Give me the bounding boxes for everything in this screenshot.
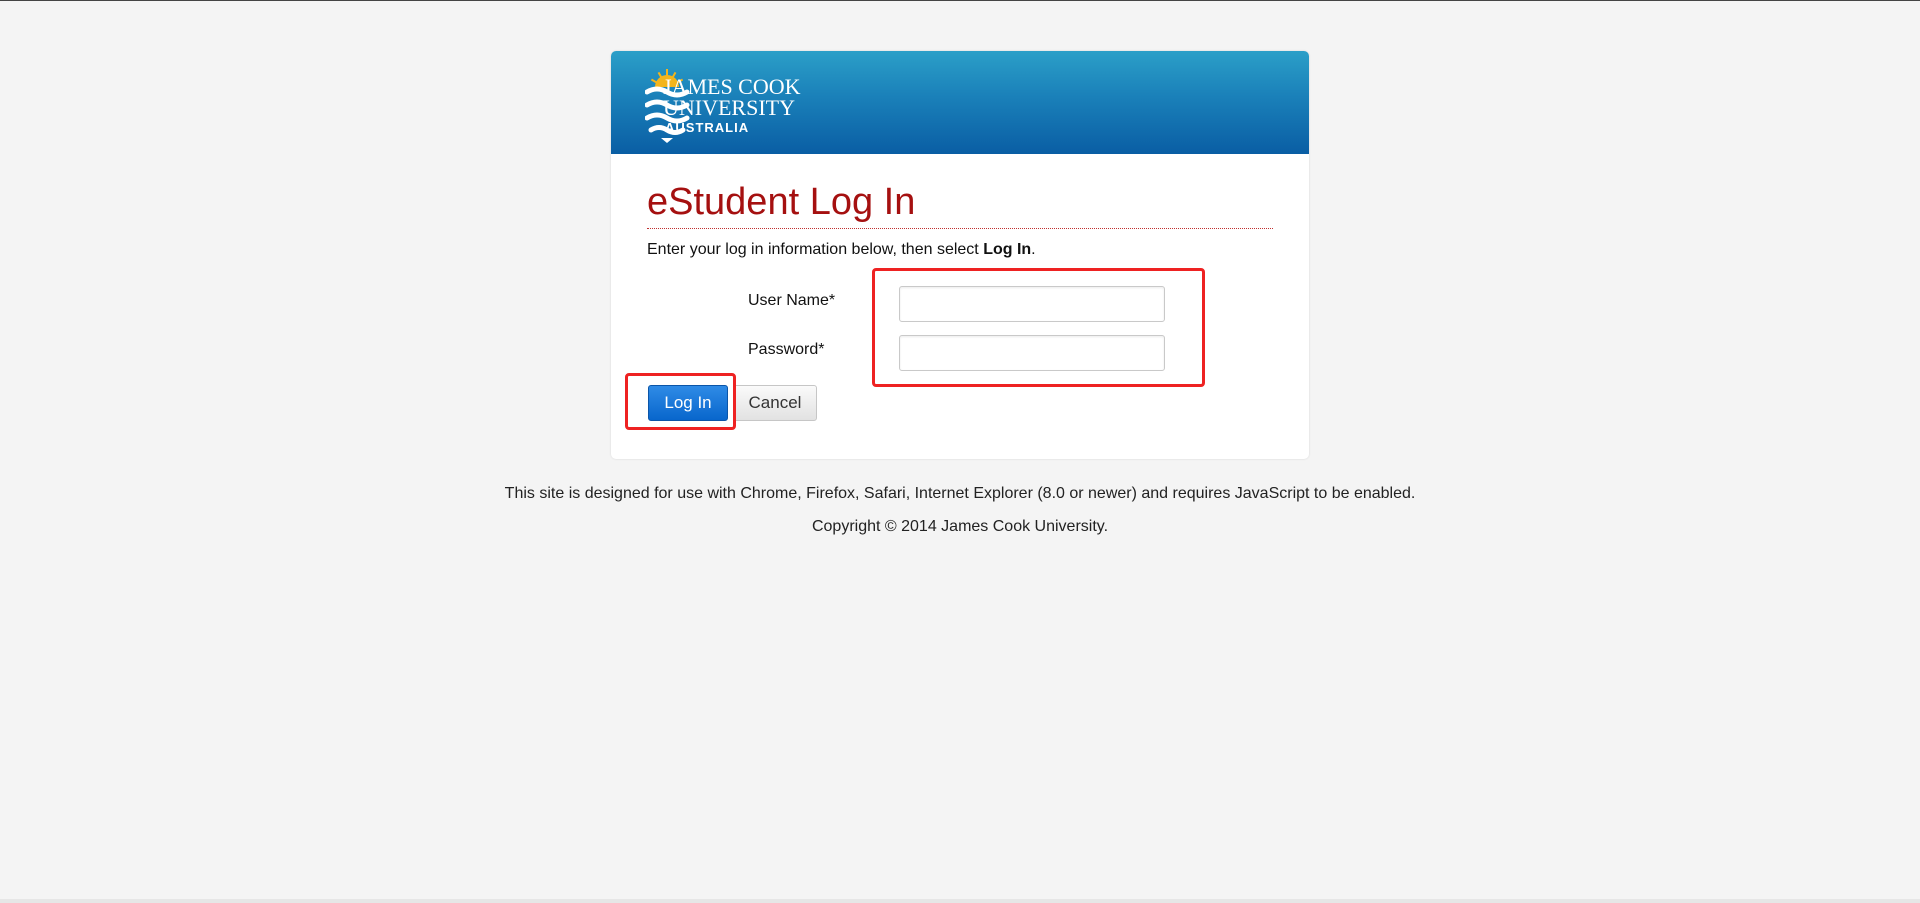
- header-banner: JAMES COOK UNIVERSITY AUSTRALIA: [611, 51, 1309, 154]
- login-button-highlight-box: [625, 373, 736, 430]
- top-border: [0, 0, 1920, 1]
- instructions-bold: Log In: [983, 241, 1032, 258]
- logo-wordmark: JAMES COOK UNIVERSITY AUSTRALIA: [663, 76, 801, 136]
- instructions-suffix: .: [1031, 241, 1036, 258]
- copyright-text: Copyright © 2014 James Cook University.: [811, 518, 1109, 535]
- cancel-button[interactable]: Cancel: [733, 385, 817, 421]
- page-title: eStudent Log In: [647, 181, 916, 223]
- browser-requirements-note: This site is designed for use with Chrom…: [504, 485, 1416, 502]
- login-card: JAMES COOK UNIVERSITY AUSTRALIA eStudent…: [611, 51, 1309, 459]
- logo-line-2: UNIVERSITY: [663, 95, 795, 120]
- login-instructions: Enter your log in information below, the…: [647, 241, 1036, 259]
- logo-line-1: JAMES COOK: [663, 74, 801, 99]
- password-label: Password*: [748, 341, 825, 358]
- logo-line-3: AUSTRALIA: [665, 120, 750, 135]
- bottom-bar: [0, 899, 1920, 903]
- credentials-highlight-box: [872, 268, 1205, 387]
- instructions-text: Enter your log in information below, the…: [647, 241, 984, 258]
- title-divider: [647, 228, 1273, 229]
- username-label: User Name*: [748, 292, 836, 309]
